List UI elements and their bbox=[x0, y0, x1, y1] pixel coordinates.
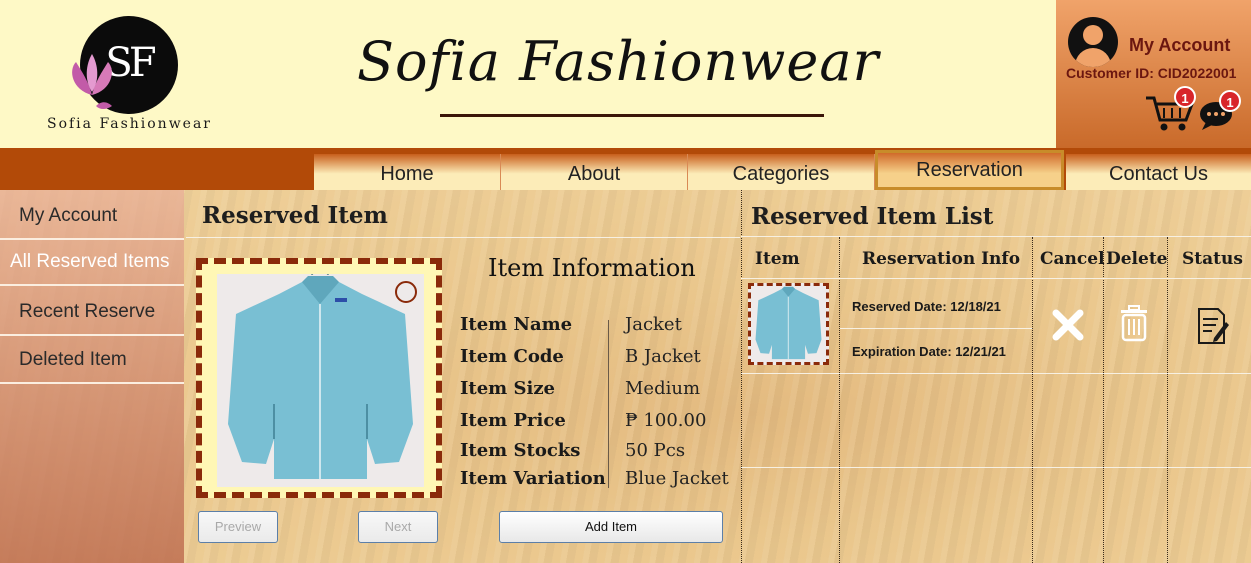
brand-title: Sofia Fashionwear bbox=[357, 30, 880, 93]
list-header-bottom-line bbox=[741, 278, 1251, 279]
sidebar-item-recent-reserve[interactable]: Recent Reserve bbox=[0, 288, 184, 336]
reserved-list-title: Reserved Item List bbox=[751, 203, 994, 230]
nav-about[interactable]: About bbox=[501, 154, 688, 190]
status-document-icon[interactable] bbox=[1196, 306, 1230, 346]
reserved-item-title: Reserved Item bbox=[202, 202, 388, 229]
my-account-link[interactable]: My Account bbox=[1129, 35, 1230, 56]
reserved-item-thumbnail[interactable] bbox=[748, 283, 829, 365]
reserved-date: Reserved Date: 12/18/21 bbox=[852, 299, 1001, 314]
list-header-top-line bbox=[741, 236, 1251, 237]
table-row-divider bbox=[741, 373, 1251, 374]
item-name-label: Item Name bbox=[460, 314, 573, 335]
sidebar-item-my-account[interactable]: My Account bbox=[0, 192, 184, 240]
nav-contact-us[interactable]: Contact Us bbox=[1066, 154, 1251, 190]
nav-home[interactable]: Home bbox=[314, 154, 501, 190]
next-button[interactable]: Next bbox=[358, 511, 438, 543]
trash-icon[interactable] bbox=[1118, 304, 1150, 342]
preview-button[interactable]: Preview bbox=[198, 511, 278, 543]
lotus-icon bbox=[72, 54, 112, 109]
item-code-value: B Jacket bbox=[625, 346, 701, 367]
panel-divider bbox=[741, 190, 742, 563]
header: SF Sofia Fashionwear Sofia Fashionwear M… bbox=[0, 0, 1251, 148]
cancel-x-icon[interactable] bbox=[1050, 307, 1086, 343]
column-header-cancel: Cancel bbox=[1040, 249, 1105, 269]
cart-count-badge: 1 bbox=[1174, 86, 1196, 108]
column-divider bbox=[1167, 237, 1168, 563]
info-separator bbox=[608, 320, 609, 488]
item-photo[interactable] bbox=[217, 274, 424, 487]
jacket-thumbnail-image bbox=[751, 286, 826, 362]
info-row-divider bbox=[840, 328, 1032, 329]
content-background bbox=[0, 190, 1251, 563]
column-divider bbox=[1032, 237, 1033, 563]
column-header-delete: Delete bbox=[1106, 249, 1168, 269]
add-item-button[interactable]: Add Item bbox=[499, 511, 723, 543]
item-variation-value: Blue Jacket bbox=[625, 468, 729, 489]
sidebar-item-deleted[interactable]: Deleted Item bbox=[0, 336, 184, 384]
main-nav: Home About Categories Reservation Contac… bbox=[0, 148, 1251, 190]
item-price-value: ₱ 100.00 bbox=[625, 410, 707, 431]
select-circle-icon[interactable] bbox=[395, 281, 417, 303]
item-name-value: Jacket bbox=[625, 314, 682, 335]
table-row-divider bbox=[741, 467, 1251, 468]
brand-logo[interactable]: SF Sofia Fashionwear bbox=[22, 10, 237, 140]
column-header-reservation-info: Reservation Info bbox=[862, 249, 1021, 269]
customer-id: Customer ID: CID2022001 bbox=[1066, 65, 1237, 81]
message-count-badge: 1 bbox=[1219, 90, 1241, 112]
item-price-label: Item Price bbox=[460, 410, 566, 431]
section-divider bbox=[186, 237, 740, 238]
item-variation-label: Item Variation bbox=[460, 468, 606, 489]
item-code-label: Item Code bbox=[460, 346, 564, 367]
user-avatar-icon[interactable] bbox=[1068, 17, 1118, 67]
item-stocks-value: 50 Pcs bbox=[625, 440, 686, 461]
sidebar-item-all-reserved[interactable]: All Reserved Items bbox=[0, 238, 184, 286]
column-divider bbox=[839, 237, 840, 563]
nav-categories[interactable]: Categories bbox=[688, 154, 875, 190]
item-information-title: Item Information bbox=[488, 254, 696, 282]
item-size-value: Medium bbox=[625, 378, 701, 399]
expiration-date: Expiration Date: 12/21/21 bbox=[852, 344, 1006, 359]
nav-reservation[interactable]: Reservation bbox=[875, 150, 1064, 190]
item-stocks-label: Item Stocks bbox=[460, 440, 581, 461]
jacket-image bbox=[217, 274, 424, 487]
sidebar: My Account All Reserved Items Recent Res… bbox=[0, 190, 184, 563]
account-panel: My Account Customer ID: CID2022001 1 1 bbox=[1056, 0, 1251, 148]
brand-underline bbox=[440, 114, 824, 117]
column-divider bbox=[1103, 237, 1104, 563]
column-header-status: Status bbox=[1182, 249, 1243, 269]
logo-text: Sofia Fashionwear bbox=[46, 116, 213, 132]
column-header-item: Item bbox=[755, 249, 800, 269]
item-size-label: Item Size bbox=[460, 378, 556, 399]
